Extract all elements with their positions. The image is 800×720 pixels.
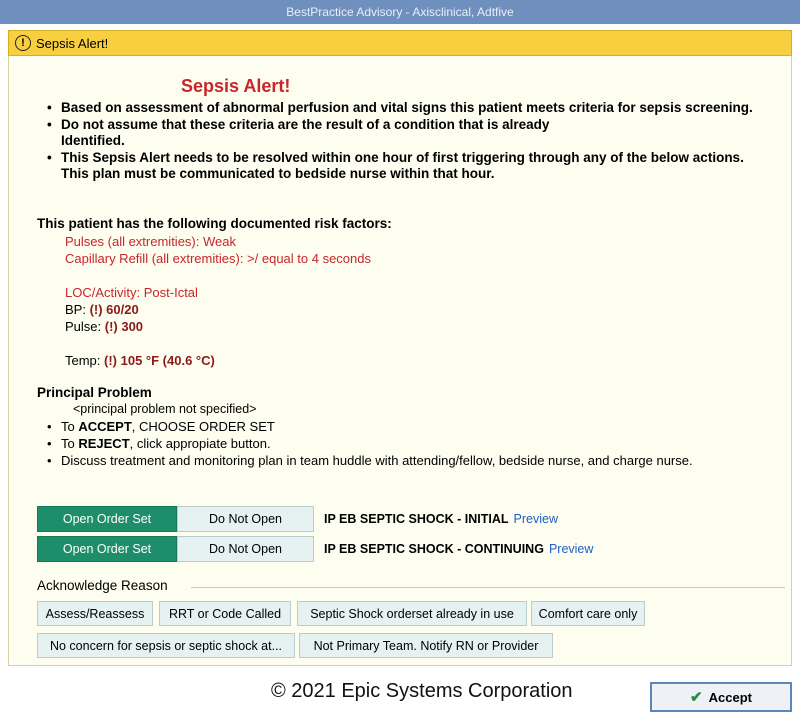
action-accept: To ACCEPT, CHOOSE ORDER SET xyxy=(45,418,785,435)
risk-pulses: Pulses (all extremities): Weak xyxy=(65,234,236,249)
action-reject-keyword: REJECT xyxy=(78,436,130,451)
risk-temp-value: (!) 105 °F (40.6 °C) xyxy=(104,353,215,368)
accept-button[interactable]: ✔ Accept xyxy=(650,682,792,712)
action-reject-prefix: To xyxy=(61,436,79,451)
accept-button-label: Accept xyxy=(708,689,752,705)
alert-header: ! Sepsis Alert! xyxy=(8,30,792,56)
risk-loc: LOC/Activity: Post-Ictal xyxy=(65,285,198,300)
risk-pulse-label: Pulse: xyxy=(65,319,105,334)
acknowledge-reason-label: Acknowledge Reason xyxy=(37,578,168,593)
reason-not-primary-team-button[interactable]: Not Primary Team. Notify RN or Provider xyxy=(299,633,553,658)
reason-septic-shock-orderset-button[interactable]: Septic Shock orderset already in use xyxy=(297,601,527,626)
risk-bp-label: BP: xyxy=(65,302,90,317)
risk-temp: Temp: (!) 105 °F (40.6 °C) xyxy=(65,352,371,369)
action-discuss: Discuss treatment and monitoring plan in… xyxy=(45,452,785,469)
risk-bp: BP: (!) 60/20 xyxy=(65,301,371,318)
do-not-open-button[interactable]: Do Not Open xyxy=(177,536,314,562)
action-reject-suffix: , click appropiate button. xyxy=(129,436,271,451)
reason-comfort-care-button[interactable]: Comfort care only xyxy=(531,601,645,626)
do-not-open-button[interactable]: Do Not Open xyxy=(177,506,314,532)
action-reject: To REJECT, click appropiate button. xyxy=(45,435,785,452)
acknowledge-divider xyxy=(191,587,785,588)
alert-title: Sepsis Alert! xyxy=(181,76,291,96)
alert-header-label: Sepsis Alert! xyxy=(36,35,109,51)
warning-circle-icon: ! xyxy=(15,35,31,51)
criteria-item: Based on assessment of abnormal perfusio… xyxy=(45,100,765,117)
criteria-item: Do not assume that these criteria are th… xyxy=(45,117,765,150)
preview-link[interactable]: Preview xyxy=(514,512,558,526)
preview-link[interactable]: Preview xyxy=(549,542,593,556)
principal-problem-value: <principal problem not specified> xyxy=(73,402,257,416)
action-list: To ACCEPT, CHOOSE ORDER SET To REJECT, c… xyxy=(45,418,785,469)
order-set-row-continuing: Open Order Set Do Not Open IP EB SEPTIC … xyxy=(37,536,777,562)
reason-no-concern-sepsis-button[interactable]: No concern for sepsis or septic shock at… xyxy=(37,633,295,658)
risk-factors-title: This patient has the following documente… xyxy=(37,216,392,231)
risk-factors-list: Pulses (all extremities): Weak Capillary… xyxy=(65,233,371,369)
principal-problem-title: Principal Problem xyxy=(37,385,152,400)
criteria-item: This Sepsis Alert needs to be resolved w… xyxy=(45,150,765,183)
risk-temp-label: Temp: xyxy=(65,353,105,368)
risk-pulse-value: (!) 300 xyxy=(104,319,144,334)
window-title: BestPractice Advisory - Axisclinical, Ad… xyxy=(286,5,514,19)
copyright-text: © 2021 Epic Systems Corporation xyxy=(271,680,573,702)
action-accept-suffix: , CHOOSE ORDER SET xyxy=(131,419,275,434)
risk-bp-value: (!) 60/20 xyxy=(89,302,139,317)
open-order-set-button[interactable]: Open Order Set xyxy=(37,506,177,532)
reason-assess-reassess-button[interactable]: Assess/Reassess xyxy=(37,601,153,626)
order-set-row-initial: Open Order Set Do Not Open IP EB SEPTIC … xyxy=(37,506,777,532)
criteria-list: Based on assessment of abnormal perfusio… xyxy=(45,100,765,183)
alert-panel: Sepsis Alert! Based on assessment of abn… xyxy=(8,56,792,666)
order-set-name: IP EB SEPTIC SHOCK - INITIAL xyxy=(324,512,509,526)
reason-rrt-code-called-button[interactable]: RRT or Code Called xyxy=(159,601,291,626)
action-accept-prefix: To xyxy=(61,419,79,434)
risk-pulse: Pulse: (!) 300 xyxy=(65,318,371,335)
checkmark-icon: ✔ xyxy=(690,689,703,706)
risk-capillary-refill: Capillary Refill (all extremities): >/ e… xyxy=(65,251,371,266)
order-set-name: IP EB SEPTIC SHOCK - CONTINUING xyxy=(324,542,544,556)
window-title-bar: BestPractice Advisory - Axisclinical, Ad… xyxy=(0,0,800,24)
open-order-set-button[interactable]: Open Order Set xyxy=(37,536,177,562)
action-accept-keyword: ACCEPT xyxy=(78,419,132,434)
